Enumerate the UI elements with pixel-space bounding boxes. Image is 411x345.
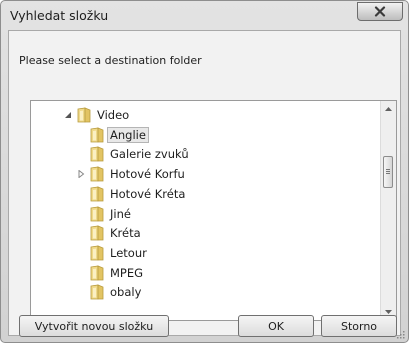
browse-folder-dialog: Vyhledat složku Please select a destinat… (0, 0, 409, 343)
expander-placeholder (75, 208, 87, 220)
folder-icon (90, 245, 104, 261)
tree-item[interactable]: Kréta (75, 223, 144, 243)
tree-item-label: Galerie zvuků (110, 147, 189, 162)
tree-item[interactable]: Letour (75, 243, 150, 263)
tree-item[interactable]: Hotové Kréta (75, 184, 188, 204)
folder-icon (90, 265, 104, 281)
tree-item-label: Video (97, 108, 130, 122)
resize-grip-icon[interactable] (395, 329, 405, 339)
tree-item[interactable]: MPEG (75, 263, 146, 283)
scroll-up-arrow-icon (385, 107, 392, 111)
tree-item[interactable]: Video (62, 105, 132, 125)
tree-item-label: Hotové Korfu (110, 167, 185, 182)
expander-placeholder (75, 129, 87, 141)
close-icon (374, 6, 386, 17)
dialog-client-area: Please select a destination folder Video… (8, 30, 401, 337)
tree-item[interactable]: Anglie (75, 125, 149, 145)
tree-item[interactable]: Jiné (75, 204, 134, 224)
prompt-text: Please select a destination folder (19, 54, 202, 67)
ok-button[interactable]: OK (238, 315, 314, 337)
scroll-up-button[interactable] (381, 101, 396, 117)
triangle-down-right-icon[interactable] (62, 109, 74, 121)
folder-icon (90, 127, 104, 143)
expander-placeholder (75, 227, 87, 239)
grip-line (386, 171, 390, 172)
window-title: Vyhledat složku (10, 8, 109, 23)
new-folder-button[interactable]: Vytvořit novou složku (19, 315, 169, 337)
tree-item-label: MPEG (110, 265, 144, 280)
tree-item[interactable]: obaly (75, 282, 144, 302)
vertical-scrollbar[interactable] (380, 101, 396, 320)
expander-placeholder (75, 247, 87, 259)
tree-item-label: Letour (110, 245, 147, 260)
expander-placeholder (75, 286, 87, 298)
folder-icon (90, 146, 104, 162)
scrollbar-thumb[interactable] (383, 156, 393, 188)
triangle-right-icon[interactable] (75, 168, 87, 180)
tree-item-label: Kréta (110, 226, 141, 241)
folder-icon (77, 107, 91, 123)
folder-icon (90, 186, 104, 202)
close-button[interactable] (357, 2, 403, 21)
tree-item-label: obaly (110, 285, 142, 300)
folder-icon (90, 205, 104, 222)
expander-placeholder (75, 148, 87, 160)
tree-item[interactable]: Galerie zvuků (75, 144, 192, 164)
tree-item-label: Jiné (110, 206, 131, 221)
tree-item-label: Hotové Kréta (110, 186, 186, 201)
cancel-button[interactable]: Storno (321, 315, 397, 337)
expander-placeholder (75, 188, 87, 200)
grip-line (386, 169, 390, 170)
folder-tree[interactable]: Video Anglie Galerie zvuků Hotové Korfu Hoto… (30, 100, 397, 321)
tree-item[interactable]: Hotové Korfu (75, 164, 188, 184)
scroll-down-arrow-icon (385, 310, 392, 314)
title-bar[interactable]: Vyhledat složku (1, 1, 408, 31)
tree-item-label: Anglie (107, 126, 149, 143)
folder-icon (90, 166, 104, 182)
folder-icon (90, 284, 104, 300)
grip-line (386, 173, 390, 174)
folder-icon (90, 225, 104, 241)
expander-placeholder (75, 267, 87, 279)
